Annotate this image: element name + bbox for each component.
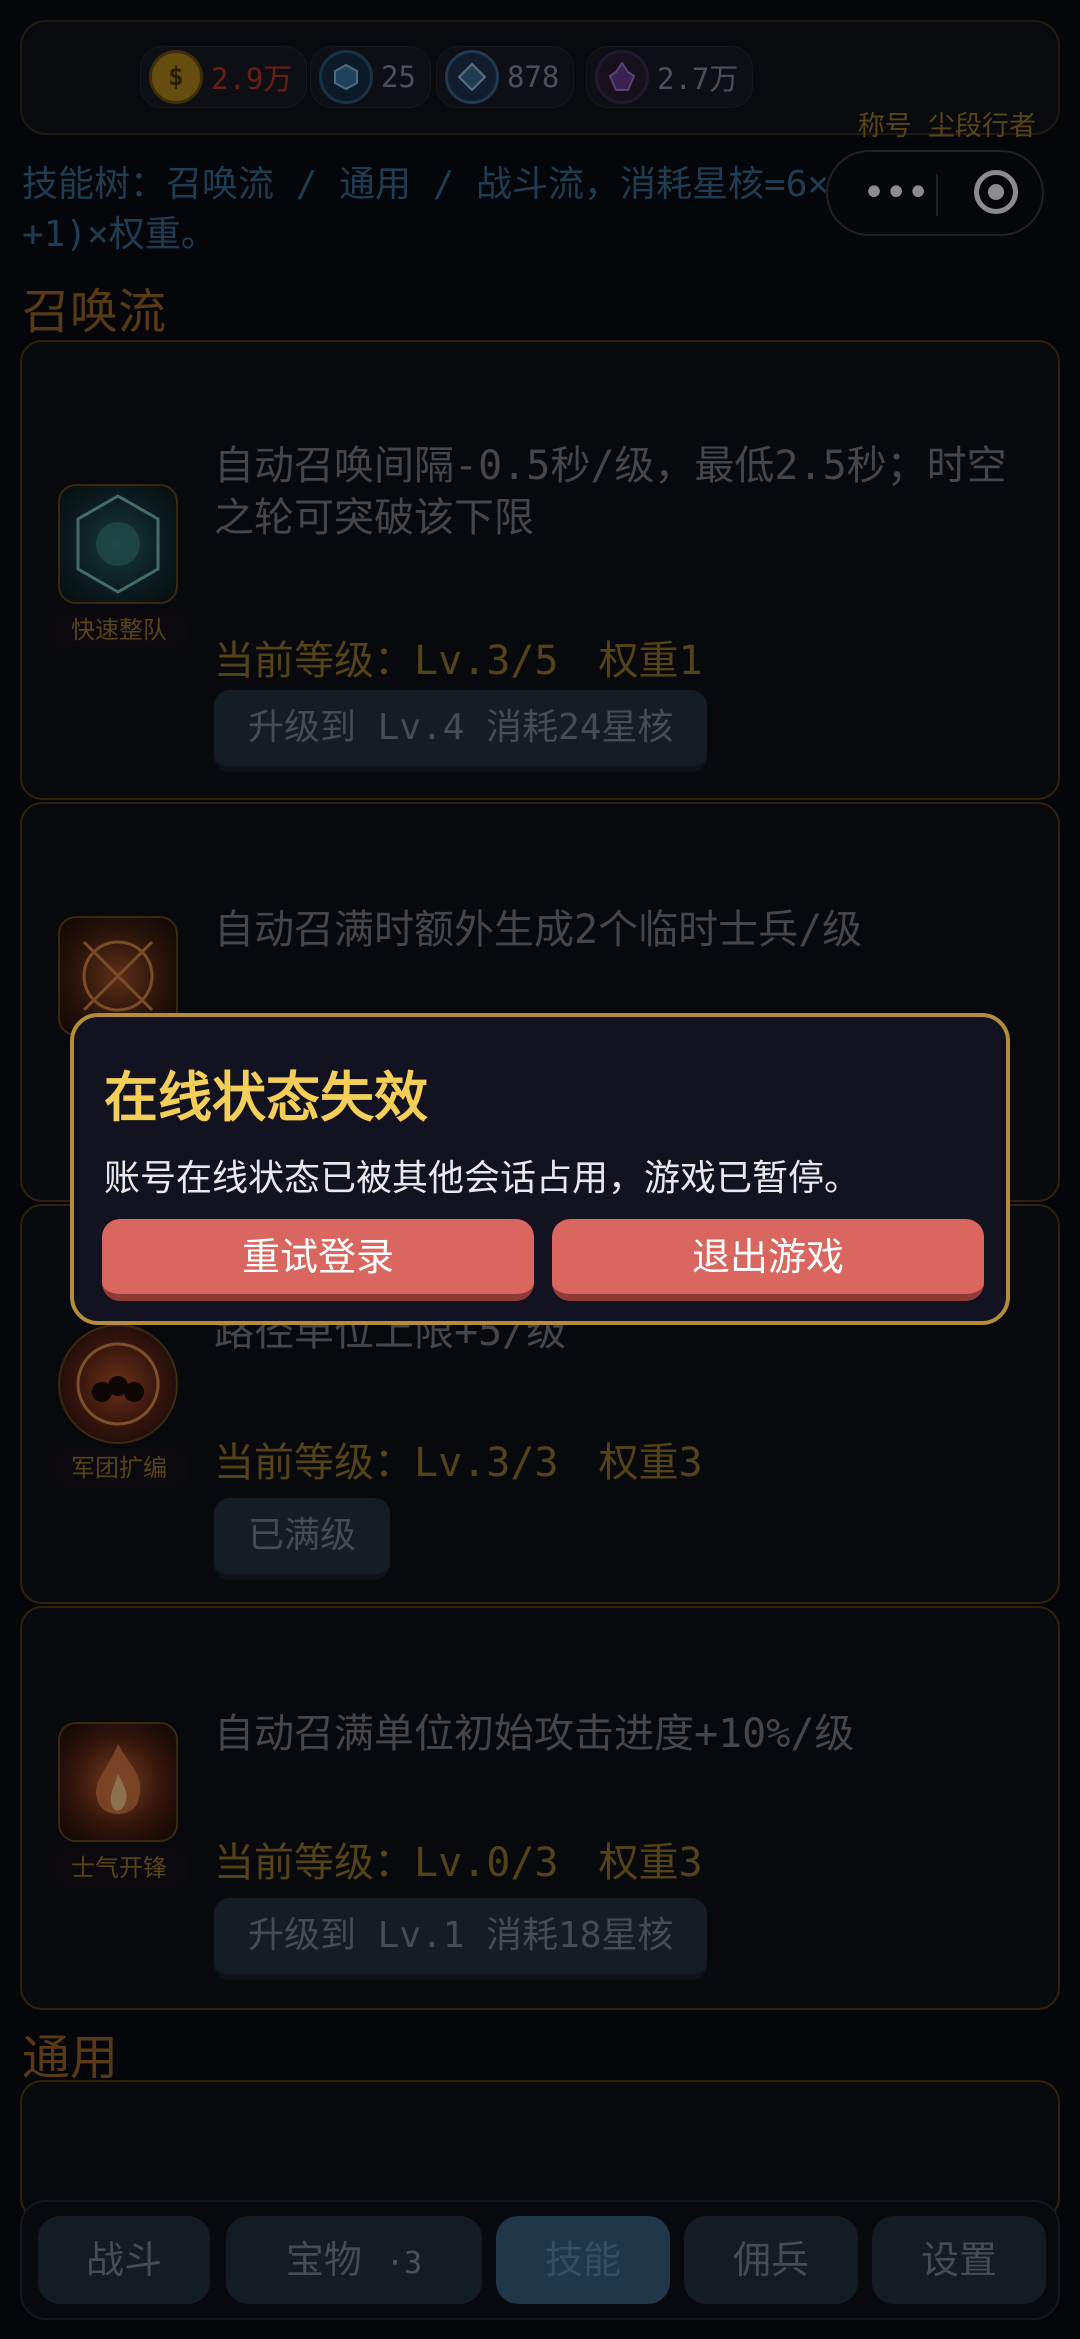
skill-tree-page: $ 2.9万 25 878 2.7万 称号 尘段行者 技能树：召唤流 / 通用 …: [0, 0, 1080, 2339]
dialog-message: 账号在线状态已被其他会话占用，游戏已暂停。: [104, 1158, 861, 1199]
retry-login-button[interactable]: 重试登录: [102, 1219, 534, 1301]
exit-game-button[interactable]: 退出游戏: [552, 1219, 984, 1301]
session-expired-dialog: 在线状态失效 账号在线状态已被其他会话占用，游戏已暂停。 重试登录 退出游戏: [70, 1013, 1010, 1325]
dialog-title: 在线状态失效: [104, 1066, 428, 1129]
